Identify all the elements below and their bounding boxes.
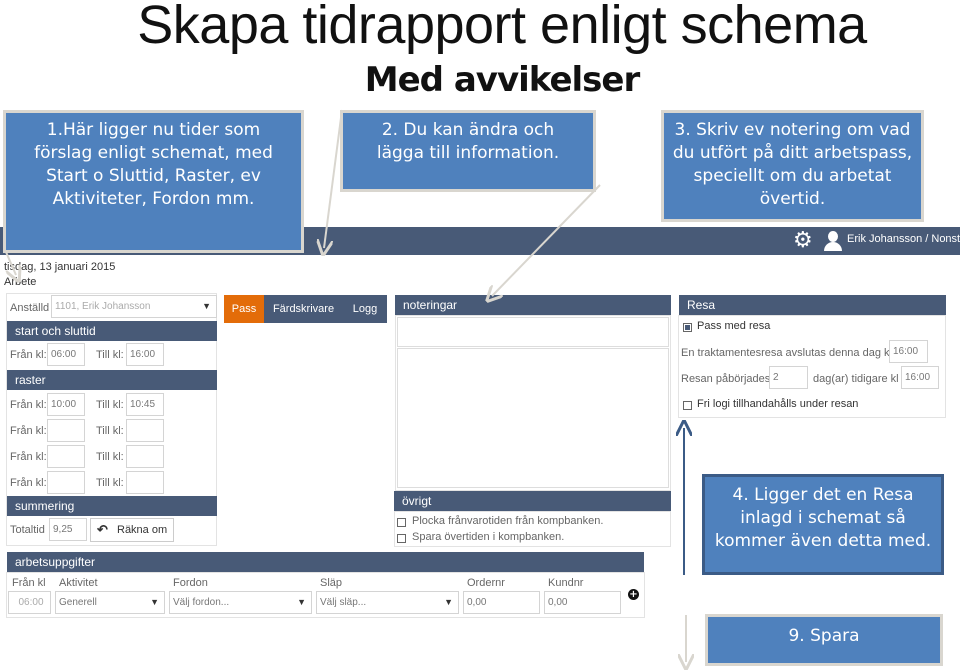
- employee-label: Anställd: [10, 302, 50, 314]
- chevron-down-icon: ▼: [150, 597, 159, 607]
- col-trailer: Släp: [320, 577, 343, 589]
- col-from: Från kl: [12, 577, 46, 589]
- callout-9-save: 9. Spara: [705, 614, 943, 666]
- task-vehicle-placeholder: Välj fordon...: [173, 597, 230, 608]
- absence-from-comp-label: Plocka frånvarotiden från kompbanken.: [412, 515, 604, 527]
- col-order: Ordernr: [467, 577, 505, 589]
- recalculate-label: Räkna om: [117, 524, 168, 536]
- tab-pass[interactable]: Pass: [224, 295, 264, 323]
- break-from-input[interactable]: [47, 445, 85, 468]
- callout-4: 4. Ligger det en Resa inlagd i schemat s…: [702, 474, 944, 575]
- break-to-label: Till kl:: [96, 425, 124, 437]
- callout-2: 2. Du kan ändra och lägga till informati…: [340, 110, 596, 192]
- tab-bar: Pass Färdskrivare Logg: [224, 295, 387, 323]
- slide-title: Skapa tidrapport enligt schema: [137, 0, 867, 55]
- trip-ends-input[interactable]: 16:00: [889, 340, 928, 363]
- break-from-input[interactable]: [47, 471, 85, 494]
- trip-ends-label: En traktamentesresa avslutas denna dag k…: [681, 347, 892, 359]
- trip-label: Pass med resa: [697, 320, 771, 332]
- user-menu[interactable]: Erik Johansson / Nonst: [847, 233, 960, 245]
- break-to-input[interactable]: [126, 419, 164, 442]
- col-customer: Kundnr: [548, 577, 584, 589]
- gear-icon[interactable]: ⚙: [793, 230, 813, 252]
- break-to-label: Till kl:: [96, 477, 124, 489]
- plus-circle-icon[interactable]: +: [628, 589, 639, 600]
- undo-arrow-icon: ↶: [97, 522, 108, 537]
- notes-line-input[interactable]: [397, 317, 669, 347]
- user-icon[interactable]: [823, 231, 843, 251]
- employee-select[interactable]: 1101, Erik Johansson ▼: [51, 295, 217, 318]
- trip-checkbox[interactable]: [683, 323, 692, 332]
- start-to-input[interactable]: 16:00: [126, 343, 164, 366]
- task-customer-input[interactable]: 0,00: [544, 591, 621, 614]
- break-from-label: Från kl:: [10, 451, 47, 463]
- slide-subtitle: Med avvikelser: [364, 60, 640, 100]
- breaks-header: raster: [7, 370, 217, 390]
- notes-textarea[interactable]: [397, 348, 669, 488]
- break-to-label: Till kl:: [96, 399, 124, 411]
- tab-logg[interactable]: Logg: [343, 295, 387, 323]
- free-lodging-label: Fri logi tillhandahålls under resan: [697, 398, 859, 410]
- notes-header: noteringar: [395, 295, 671, 315]
- save-overtime-label: Spara övertiden i kompbanken.: [412, 531, 565, 543]
- tab-fardskrivare[interactable]: Färdskrivare: [266, 295, 341, 323]
- save-overtime-checkbox[interactable]: [397, 534, 406, 543]
- task-activity-value: Generell: [59, 597, 97, 608]
- break-from-label: Från kl:: [10, 399, 47, 411]
- col-vehicle: Fordon: [173, 577, 208, 589]
- task-trailer-placeholder: Välj släp...: [320, 597, 367, 608]
- task-from-input[interactable]: 06:00: [8, 591, 51, 614]
- break-from-label: Från kl:: [10, 477, 47, 489]
- tasks-header: arbetsuppgifter: [7, 552, 644, 572]
- trip-days-label: dag(ar) tidigare kl: [813, 373, 899, 385]
- start-from-label: Från kl:: [10, 349, 47, 361]
- chevron-down-icon: ▼: [202, 301, 211, 311]
- chevron-down-icon: ▼: [444, 597, 453, 607]
- task-trailer-select[interactable]: Välj släp... ▼: [316, 591, 459, 614]
- start-end-header: start och sluttid: [7, 321, 217, 341]
- start-to-label: Till kl:: [96, 349, 124, 361]
- callout-3: 3. Skriv ev notering om vad du utfört på…: [661, 110, 924, 222]
- absence-from-comp-checkbox[interactable]: [397, 518, 406, 527]
- chevron-down-icon: ▼: [297, 597, 306, 607]
- col-activity: Aktivitet: [59, 577, 98, 589]
- other-header: övrigt: [394, 491, 671, 511]
- report-date: tisdag, 13 januari 2015: [4, 261, 116, 273]
- task-vehicle-select[interactable]: Välj fordon... ▼: [169, 591, 312, 614]
- total-time-input[interactable]: 9,25: [49, 518, 87, 541]
- break-to-input[interactable]: [126, 445, 164, 468]
- break-from-input[interactable]: [47, 419, 85, 442]
- report-type: Arbete: [4, 276, 37, 288]
- break-from-input[interactable]: 10:00: [47, 393, 85, 416]
- trip-started-label: Resan påbörjades: [681, 373, 771, 385]
- start-from-input[interactable]: 06:00: [47, 343, 85, 366]
- trip-started-time-input[interactable]: 16:00: [901, 366, 939, 389]
- employee-value: 1101, Erik Johansson: [55, 301, 151, 312]
- task-order-input[interactable]: 0,00: [463, 591, 540, 614]
- callout-1: 1.Här ligger nu tider som förslag enligt…: [3, 110, 304, 253]
- task-activity-select[interactable]: Generell ▼: [55, 591, 165, 614]
- total-time-label: Totaltid: [10, 524, 45, 536]
- break-from-label: Från kl:: [10, 425, 47, 437]
- break-to-label: Till kl:: [96, 451, 124, 463]
- travel-header: Resa: [679, 295, 946, 315]
- recalculate-button[interactable]: ↶ Räkna om: [90, 518, 174, 542]
- free-lodging-checkbox[interactable]: [683, 401, 692, 410]
- break-to-input[interactable]: [126, 471, 164, 494]
- trip-started-days-input[interactable]: 2: [769, 366, 808, 389]
- break-to-input[interactable]: 10:45: [126, 393, 164, 416]
- summary-header: summering: [7, 496, 217, 516]
